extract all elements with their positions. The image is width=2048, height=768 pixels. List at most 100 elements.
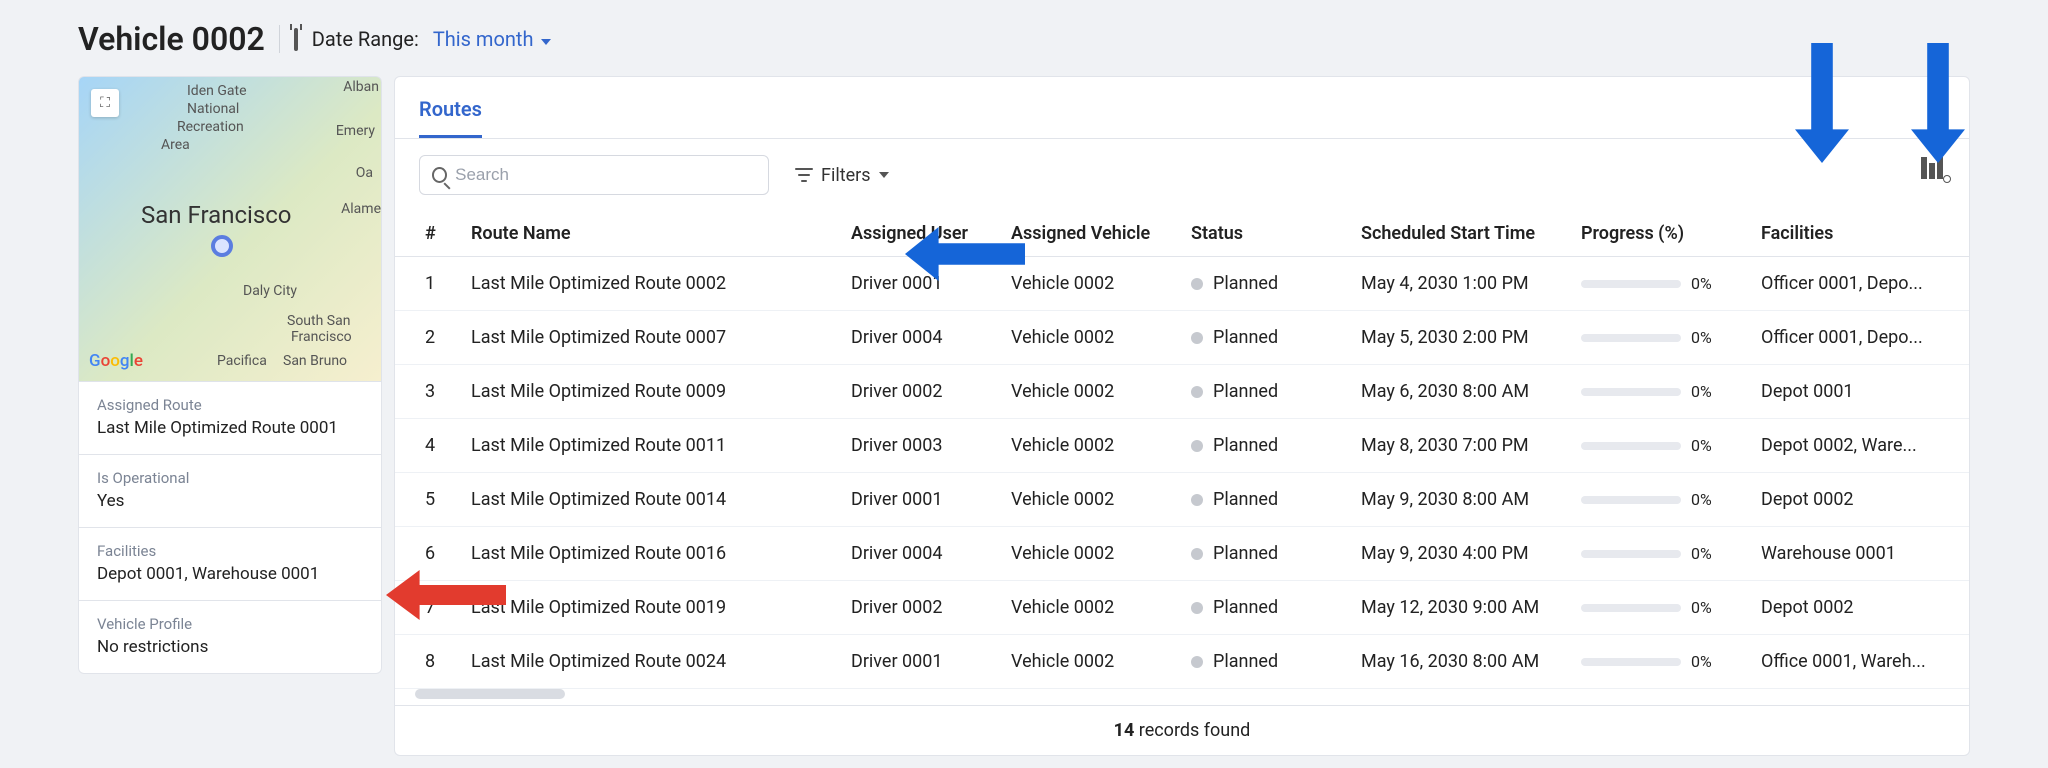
cell-facilities: Warehouse 0001 — [1745, 527, 1969, 581]
cell-start-time: May 8, 2030 7:00 PM — [1345, 419, 1565, 473]
cell-facilities: Officer 0001, Depo... — [1745, 257, 1969, 311]
tabs: Routes — [395, 77, 1969, 139]
cell-index: 1 — [395, 257, 455, 311]
filters-button[interactable]: Filters — [781, 155, 903, 195]
progress-bar — [1581, 388, 1681, 396]
date-range-label: Date Range: — [312, 27, 419, 51]
col-route-name[interactable]: Route Name — [455, 211, 835, 257]
status-dot-icon — [1191, 494, 1203, 506]
table-row[interactable]: 6 Last Mile Optimized Route 0016 Driver … — [395, 527, 1969, 581]
progress-bar — [1581, 496, 1681, 504]
columns-settings-button[interactable] — [1921, 157, 1945, 179]
table-row[interactable]: 2 Last Mile Optimized Route 0007 Driver … — [395, 311, 1969, 365]
progress-bar — [1581, 280, 1681, 288]
cell-assigned-user: Driver 0002 — [835, 365, 995, 419]
progress-percent: 0% — [1691, 274, 1712, 293]
tab-routes[interactable]: Routes — [419, 97, 482, 138]
records-suffix: records found — [1134, 720, 1250, 741]
search-box[interactable] — [419, 155, 769, 195]
map[interactable]: ⛶ San Francisco Iden Gate National Recre… — [78, 76, 382, 382]
map-place-label: Recreation — [177, 119, 244, 135]
table-row[interactable]: 4 Last Mile Optimized Route 0011 Driver … — [395, 419, 1969, 473]
cell-facilities: Depot 0002 — [1745, 581, 1969, 635]
routes-table: # Route Name Assigned User Assigned Vehi… — [395, 211, 1969, 689]
cell-assigned-vehicle: Vehicle 0002 — [995, 581, 1175, 635]
cell-start-time: May 9, 2030 8:00 AM — [1345, 473, 1565, 527]
card-assigned-route: Assigned Route Last Mile Optimized Route… — [78, 382, 382, 455]
status-text: Planned — [1213, 651, 1278, 672]
table-row[interactable]: 8 Last Mile Optimized Route 0024 Driver … — [395, 635, 1969, 689]
horizontal-scrollbar[interactable] — [415, 689, 1949, 699]
cell-assigned-vehicle: Vehicle 0002 — [995, 473, 1175, 527]
card-label: Facilities — [97, 542, 363, 560]
progress-percent: 0% — [1691, 490, 1712, 509]
status-dot-icon — [1191, 332, 1203, 344]
map-place-label: Daly City — [243, 283, 297, 299]
progress-percent: 0% — [1691, 544, 1712, 563]
cell-progress: 0% — [1565, 635, 1745, 689]
cell-progress: 0% — [1565, 527, 1745, 581]
cell-facilities: Office 0001, Wareh... — [1745, 635, 1969, 689]
status-dot-icon — [1191, 386, 1203, 398]
date-range-picker[interactable]: This month — [433, 27, 552, 51]
scrollbar-thumb[interactable] — [415, 689, 565, 699]
card-label: Assigned Route — [97, 396, 363, 414]
table-row[interactable]: 3 Last Mile Optimized Route 0009 Driver … — [395, 365, 1969, 419]
toolbar: Filters — [395, 139, 1969, 211]
map-pin-icon — [211, 235, 233, 257]
status-text: Planned — [1213, 381, 1278, 402]
cell-start-time: May 6, 2030 8:00 AM — [1345, 365, 1565, 419]
status-dot-icon — [1191, 602, 1203, 614]
card-value: Last Mile Optimized Route 0001 — [97, 418, 363, 438]
sidebar: ⛶ San Francisco Iden Gate National Recre… — [78, 76, 382, 674]
progress-bar — [1581, 550, 1681, 558]
map-place-label: Alban — [343, 79, 379, 95]
cell-progress: 0% — [1565, 473, 1745, 527]
col-start-time[interactable]: Scheduled Start Time — [1345, 211, 1565, 257]
card-facilities: Facilities Depot 0001, Warehouse 0001 — [78, 528, 382, 601]
cell-index: 6 — [395, 527, 455, 581]
col-facilities[interactable]: Facilities — [1745, 211, 1969, 257]
cell-route-name: Last Mile Optimized Route 0016 — [455, 527, 835, 581]
card-value: Depot 0001, Warehouse 0001 — [97, 564, 363, 584]
cell-status: Planned — [1175, 419, 1345, 473]
cell-assigned-user: Driver 0002 — [835, 581, 995, 635]
cell-progress: 0% — [1565, 311, 1745, 365]
cell-status: Planned — [1175, 527, 1345, 581]
cell-assigned-user: Driver 0001 — [835, 635, 995, 689]
cell-status: Planned — [1175, 311, 1345, 365]
map-place-label: Emery — [336, 123, 375, 139]
page-title: Vehicle 0002 — [78, 20, 265, 58]
records-footer: 14 records found — [395, 705, 1969, 755]
map-place-label: Area — [161, 137, 190, 153]
cell-route-name: Last Mile Optimized Route 0024 — [455, 635, 835, 689]
table-row[interactable]: 1 Last Mile Optimized Route 0002 Driver … — [395, 257, 1969, 311]
date-range-value: This month — [433, 27, 534, 51]
progress-bar — [1581, 604, 1681, 612]
status-dot-icon — [1191, 278, 1203, 290]
col-status[interactable]: Status — [1175, 211, 1345, 257]
table-row[interactable]: 5 Last Mile Optimized Route 0014 Driver … — [395, 473, 1969, 527]
col-progress[interactable]: Progress (%) — [1565, 211, 1745, 257]
status-text: Planned — [1213, 489, 1278, 510]
google-logo: Google — [89, 351, 143, 371]
cell-start-time: May 16, 2030 8:00 AM — [1345, 635, 1565, 689]
map-place-label: Pacifica — [217, 353, 267, 369]
cell-progress: 0% — [1565, 419, 1745, 473]
cell-status: Planned — [1175, 635, 1345, 689]
cell-status: Planned — [1175, 473, 1345, 527]
progress-bar — [1581, 334, 1681, 342]
cell-assigned-user: Driver 0004 — [835, 311, 995, 365]
status-dot-icon — [1191, 656, 1203, 668]
search-input[interactable] — [455, 165, 756, 185]
cell-assigned-vehicle: Vehicle 0002 — [995, 419, 1175, 473]
col-index[interactable]: # — [395, 211, 455, 257]
card-value: Yes — [97, 491, 363, 511]
page-header: Vehicle 0002 Date Range: This month — [78, 0, 1970, 76]
chevron-down-icon — [879, 172, 889, 178]
table-row[interactable]: 7 Last Mile Optimized Route 0019 Driver … — [395, 581, 1969, 635]
fullscreen-icon: ⛶ — [100, 95, 110, 111]
fullscreen-button[interactable]: ⛶ — [91, 89, 119, 117]
cell-assigned-user: Driver 0003 — [835, 419, 995, 473]
divider — [279, 25, 280, 53]
